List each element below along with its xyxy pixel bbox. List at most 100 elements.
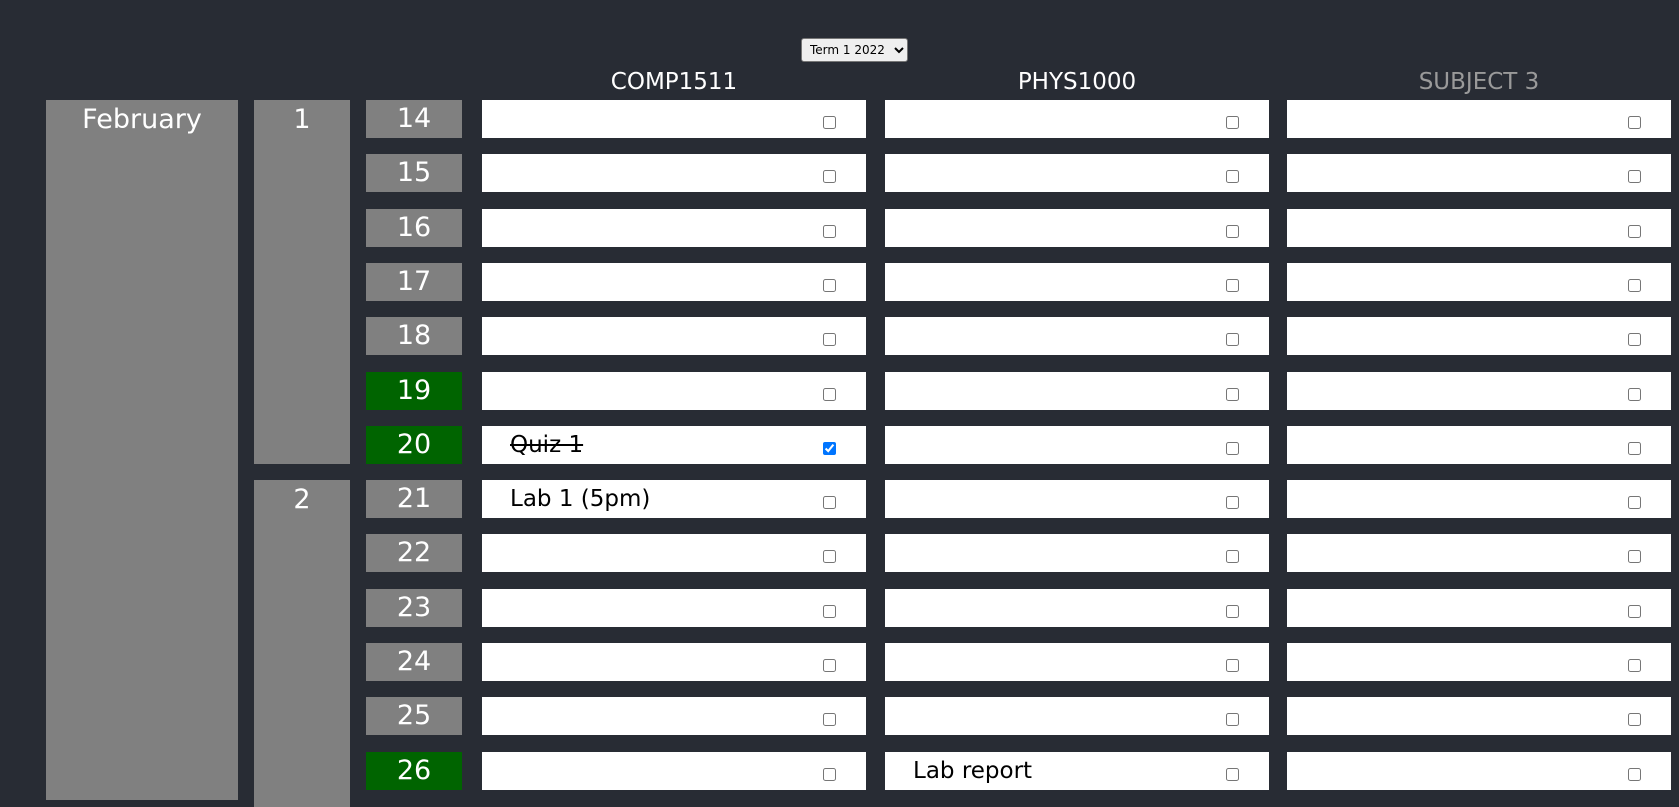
- task-done-checkbox[interactable]: [823, 713, 836, 727]
- day-cell: 18: [366, 317, 462, 356]
- task-cell[interactable]: [482, 317, 866, 356]
- task-done-checkbox[interactable]: [823, 550, 836, 564]
- task-cell[interactable]: [482, 534, 866, 573]
- task-done-checkbox[interactable]: [823, 224, 836, 238]
- task-cell[interactable]: [482, 100, 866, 138]
- task-done-checkbox[interactable]: [823, 170, 836, 184]
- task-done-checkbox[interactable]: [1628, 441, 1641, 455]
- task-done-checkbox[interactable]: [1226, 170, 1239, 184]
- task-cell[interactable]: [1287, 208, 1671, 247]
- month-block: February: [46, 100, 238, 800]
- day-cell: 15: [366, 154, 462, 193]
- task-cell[interactable]: [1287, 154, 1671, 193]
- task-done-checkbox[interactable]: [1226, 224, 1239, 238]
- week-block: 1: [254, 100, 350, 464]
- task-done-checkbox[interactable]: [1628, 224, 1641, 238]
- task-cell[interactable]: [1287, 751, 1671, 790]
- task-done-checkbox[interactable]: [1628, 659, 1641, 672]
- task-cell[interactable]: [1287, 588, 1671, 627]
- subject-header: SUBJECT 3: [1418, 69, 1540, 95]
- task-cell[interactable]: [1287, 697, 1671, 736]
- task-done-checkbox[interactable]: [1628, 387, 1641, 401]
- task-cell[interactable]: [482, 697, 866, 736]
- task-cell[interactable]: [885, 262, 1269, 301]
- task-done-checkbox[interactable]: [823, 767, 836, 781]
- task-done-checkbox[interactable]: [1226, 550, 1239, 564]
- task-done-checkbox[interactable]: [1226, 659, 1239, 672]
- task-cell[interactable]: [1287, 480, 1671, 519]
- task-done-checkbox[interactable]: [823, 387, 836, 401]
- task-cell[interactable]: [885, 371, 1269, 410]
- task-done-checkbox[interactable]: [1226, 604, 1239, 618]
- task-cell[interactable]: [482, 751, 866, 790]
- task-cell[interactable]: [1287, 317, 1671, 356]
- task-cell[interactable]: [482, 588, 866, 627]
- task-cell[interactable]: [1287, 643, 1671, 681]
- week-block: 2: [254, 480, 350, 807]
- task-done-checkbox[interactable]: [1226, 333, 1239, 347]
- day-cell: 14: [366, 100, 462, 138]
- task-done-checkbox[interactable]: [1226, 116, 1239, 129]
- task-text[interactable]: Lab 1 (5pm): [510, 480, 650, 518]
- task-text[interactable]: Quiz 1: [510, 426, 583, 464]
- task-done-checkbox[interactable]: [1226, 767, 1239, 781]
- task-done-checkbox[interactable]: [823, 496, 836, 510]
- task-cell[interactable]: [885, 154, 1269, 193]
- task-cell[interactable]: [885, 425, 1269, 464]
- task-cell[interactable]: [482, 262, 866, 301]
- day-cell: 23: [366, 588, 462, 627]
- task-done-checkbox[interactable]: [823, 604, 836, 618]
- task-done-checkbox[interactable]: [1628, 550, 1641, 564]
- task-done-checkbox[interactable]: [1628, 333, 1641, 347]
- day-cell: 26: [366, 751, 462, 790]
- task-done-checkbox[interactable]: [1628, 278, 1641, 292]
- week-label: 2: [293, 484, 311, 516]
- task-cell[interactable]: [885, 534, 1269, 573]
- task-cell[interactable]: [885, 480, 1269, 519]
- task-done-checkbox[interactable]: [1628, 604, 1641, 618]
- task-cell[interactable]: [1287, 371, 1671, 410]
- task-text[interactable]: Lab report: [913, 752, 1032, 790]
- task-cell[interactable]: [885, 317, 1269, 356]
- task-done-checkbox[interactable]: [1226, 387, 1239, 401]
- subject-header: PHYS1000: [1017, 69, 1137, 95]
- task-cell[interactable]: [482, 208, 866, 247]
- task-done-checkbox[interactable]: [1628, 496, 1641, 510]
- day-cell: 21: [366, 480, 462, 519]
- task-cell[interactable]: [885, 588, 1269, 627]
- task-done-checkbox[interactable]: [1628, 767, 1641, 781]
- day-cell: 17: [366, 262, 462, 301]
- task-cell[interactable]: [482, 154, 866, 193]
- task-done-checkbox[interactable]: [1226, 713, 1239, 727]
- task-cell[interactable]: [1287, 262, 1671, 301]
- term-select[interactable]: Term 1 2022: [801, 38, 908, 62]
- day-cell: 20: [366, 425, 462, 464]
- day-cell: 25: [366, 697, 462, 736]
- task-done-checkbox[interactable]: [1628, 170, 1641, 184]
- task-cell[interactable]: [885, 100, 1269, 138]
- task-done-checkbox[interactable]: [823, 116, 836, 129]
- task-cell[interactable]: Lab 1 (5pm): [482, 480, 866, 519]
- task-done-checkbox[interactable]: [823, 333, 836, 347]
- task-cell[interactable]: [1287, 100, 1671, 138]
- task-cell[interactable]: [885, 697, 1269, 736]
- task-cell[interactable]: [1287, 534, 1671, 573]
- task-cell[interactable]: Quiz 1: [482, 425, 866, 464]
- task-cell[interactable]: Lab report: [885, 751, 1269, 790]
- task-cell[interactable]: [885, 208, 1269, 247]
- task-cell[interactable]: [482, 371, 866, 410]
- task-done-checkbox[interactable]: [1628, 713, 1641, 727]
- task-cell[interactable]: [482, 643, 866, 681]
- task-done-checkbox[interactable]: [823, 278, 836, 292]
- task-done-checkbox[interactable]: [1226, 496, 1239, 510]
- day-cell: 22: [366, 534, 462, 573]
- task-done-checkbox[interactable]: [823, 659, 836, 672]
- task-cell[interactable]: [885, 643, 1269, 681]
- task-cell[interactable]: [1287, 425, 1671, 464]
- task-done-checkbox[interactable]: [1628, 116, 1641, 129]
- task-done-checkbox[interactable]: [823, 441, 836, 455]
- task-done-checkbox[interactable]: [1226, 441, 1239, 455]
- day-cell: 16: [366, 208, 462, 247]
- task-done-checkbox[interactable]: [1226, 278, 1239, 292]
- month-label: February: [82, 104, 202, 135]
